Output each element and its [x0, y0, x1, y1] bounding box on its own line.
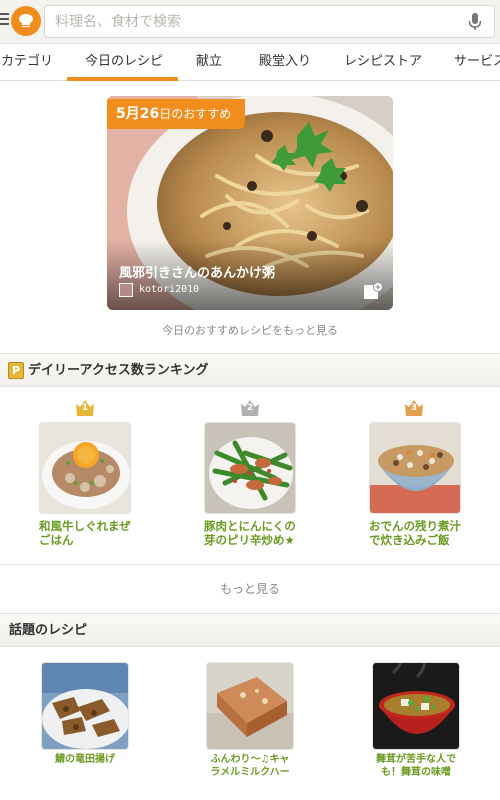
- rank-2-recipe-name[interactable]: 豚肉とにんにくの 芽のピリ辛炒め★: [204, 519, 304, 547]
- tab-menu[interactable]: 献立: [196, 44, 222, 81]
- topic-3-thumbnail[interactable]: [372, 662, 460, 750]
- featured-date-badge: 5月26日のおすすめ: [107, 99, 246, 129]
- active-tab-indicator: [67, 77, 178, 81]
- search-input[interactable]: [45, 6, 445, 37]
- topic-2-name-line1: ふんわり～♫キャ: [210, 754, 290, 765]
- topic-1-recipe-name[interactable]: 鯖の竜田揚げ: [41, 753, 129, 766]
- rank-2-crown-icon: 2: [241, 400, 259, 416]
- rank-3-thumbnail[interactable]: [369, 422, 461, 514]
- bookmark-add-icon[interactable]: [363, 282, 383, 300]
- tab-bar: カテゴリ 今日のレシピ 献立 殿堂入り レシピストア サービス: [0, 44, 500, 81]
- rank-1-crown-icon: 1: [76, 400, 94, 416]
- topic-1-name-line1: 鯖の竜田揚げ: [55, 754, 115, 765]
- rank-1-name-line1: 和風牛しぐれまぜ: [39, 519, 131, 533]
- topics-section-header: 話題のレシピ: [0, 613, 500, 647]
- badge-suffix: 日のおすすめ: [159, 107, 232, 121]
- topics-section-title: 話題のレシピ: [9, 623, 88, 638]
- ranking-section-header: P デイリーアクセス数ランキング: [0, 353, 500, 387]
- rank-1-thumbnail[interactable]: [39, 422, 131, 514]
- featured-recipe-title[interactable]: 風邪引きさんのあんかけ粥: [119, 262, 275, 281]
- premium-p-icon: P: [8, 362, 24, 379]
- top-bar: [0, 0, 500, 44]
- rank-1-recipe-name[interactable]: 和風牛しぐれまぜ ごはん: [39, 519, 139, 547]
- rank-2-thumbnail[interactable]: [204, 422, 296, 514]
- rank-1-name-line2: ごはん: [39, 533, 74, 547]
- topic-3-recipe-name[interactable]: 舞茸が苦手な人で も！舞茸の味噌: [366, 753, 466, 779]
- tab-hall-of-fame[interactable]: 殿堂入り: [259, 44, 311, 81]
- rank-2-name-line2: 芽のピリ辛炒め★: [204, 533, 295, 547]
- rank-3-name-line1: おでんの残り煮汁: [369, 519, 461, 533]
- topic-1-thumbnail[interactable]: [41, 662, 129, 750]
- tab-category[interactable]: カテゴリ: [1, 44, 53, 81]
- more-ranking-link[interactable]: もっと見る: [0, 564, 500, 612]
- topic-2-name-line2: ラメルミルクハー: [210, 767, 290, 778]
- rank-1-number: 1: [81, 403, 89, 413]
- menu-icon[interactable]: [0, 13, 9, 27]
- more-todays-recipes-link[interactable]: 今日のおすすめレシピをもっと見る: [0, 322, 500, 338]
- rank-3-crown-icon: 3: [405, 400, 423, 416]
- featured-author-name[interactable]: kotori2010: [139, 284, 199, 295]
- tab-recipe-store[interactable]: レシピストア: [344, 44, 422, 81]
- topic-3-name-line1: 舞茸が苦手な人で: [376, 754, 456, 765]
- tab-todays-recipe[interactable]: 今日のレシピ: [85, 44, 163, 81]
- topic-2-recipe-name[interactable]: ふんわり～♫キャ ラメルミルクハー: [206, 753, 294, 779]
- topic-2-thumbnail[interactable]: [206, 662, 294, 750]
- rank-3-number: 3: [410, 403, 418, 413]
- rank-3-recipe-name[interactable]: おでんの残り煮汁 で炊き込みご飯: [369, 519, 469, 547]
- tab-service[interactable]: サービス: [454, 44, 500, 81]
- badge-date: 5月26: [116, 106, 160, 122]
- rank-3-name-line2: で炊き込みご飯: [369, 533, 450, 547]
- search-box: [44, 5, 495, 38]
- rank-2-number: 2: [246, 403, 254, 413]
- microphone-icon[interactable]: [468, 13, 482, 31]
- author-avatar: [119, 283, 133, 297]
- cookpad-logo[interactable]: [11, 6, 41, 36]
- featured-recipe-card[interactable]: 5月26日のおすすめ 風邪引きさんのあんかけ粥 kotori2010: [107, 96, 393, 310]
- topic-3-name-line2: も！舞茸の味噌: [381, 767, 451, 778]
- rank-2-name-line1: 豚肉とにんにくの: [204, 519, 296, 533]
- ranking-section-title: デイリーアクセス数ランキング: [28, 363, 209, 378]
